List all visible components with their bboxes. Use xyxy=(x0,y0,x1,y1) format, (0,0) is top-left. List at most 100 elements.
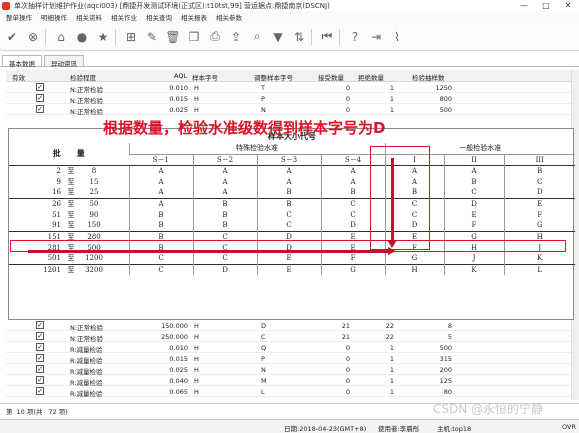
footer-user: 使用者:李晨彤 xyxy=(378,425,420,433)
cell-accept: 0 xyxy=(345,388,350,396)
code-letter: A xyxy=(192,176,257,187)
help-icon[interactable]: ? xyxy=(346,28,364,46)
grid-row[interactable]: ✓ R:减量检验 0.025 H N 0 1 200 xyxy=(6,364,573,376)
menu-item-related-reports[interactable]: 相关报表 xyxy=(181,12,207,22)
col-header-code[interactable]: 样本字号 xyxy=(192,72,218,82)
delete-icon[interactable]: 🗑 xyxy=(164,28,182,46)
cell-adj-code: D xyxy=(261,322,267,330)
cell-reject: 1 xyxy=(389,388,394,396)
valid-checkbox[interactable]: ✓ xyxy=(36,343,44,351)
grid-row[interactable]: ✓ N:正常检验 0.025 H N 0 1 500 xyxy=(6,104,573,116)
cell-level: N:正常检验 xyxy=(70,108,104,116)
maximize-button[interactable]: □ xyxy=(535,0,557,11)
export-icon[interactable]: ⇪ xyxy=(227,28,245,46)
exit-icon[interactable]: ⇥ xyxy=(367,28,385,46)
filter-icon[interactable]: ▼ xyxy=(269,28,287,46)
menu-item-related-data[interactable]: 相关资料 xyxy=(76,12,102,22)
cell-reject: 1 xyxy=(389,84,394,92)
home-icon[interactable]: ⌂ xyxy=(52,28,70,46)
cell-aql: 0.040 xyxy=(169,377,188,385)
star-icon[interactable]: ★ xyxy=(94,28,112,46)
col-header-level[interactable]: 检验程度 xyxy=(70,72,96,82)
menu-item-related-jobs[interactable]: 相关作业 xyxy=(111,12,137,22)
menu-item-whole-order[interactable]: 整单操作 xyxy=(6,12,32,22)
col-header-sample[interactable]: 检验抽样数 xyxy=(412,72,445,82)
code-table-row: 26 至 50 A B B C C D E xyxy=(9,197,575,209)
tab-change-info[interactable]: 异动资讯 xyxy=(44,55,84,68)
app-logo-icon xyxy=(2,1,10,10)
location-icon[interactable]: ● xyxy=(73,28,91,46)
col-header-adj-code[interactable]: 调整样本字号 xyxy=(254,72,293,82)
lot-from: 16 xyxy=(52,188,61,197)
cell-adj-code: T xyxy=(261,84,265,92)
first-icon[interactable]: ⏮ xyxy=(318,28,336,46)
menu-item-related-params[interactable]: 相关参数 xyxy=(216,12,242,22)
cancel-icon[interactable]: ⊗ xyxy=(24,28,42,46)
grid-row[interactable]: ✓ R:减量检验 0.040 H M 0 1 125 xyxy=(6,375,573,387)
cell-code: H xyxy=(194,388,199,396)
search-icon[interactable]: ⌕ xyxy=(248,28,266,46)
cell-sample: 8 xyxy=(447,322,452,330)
grid-row[interactable]: ✓ N:正常检验 150.000 H D 21 22 8 xyxy=(6,320,573,332)
tab-basic-data[interactable]: 基本数据 xyxy=(2,55,42,68)
code-letter: C xyxy=(192,253,257,264)
print-icon[interactable]: ⎙ xyxy=(206,28,224,46)
col-header-valid[interactable]: 有效 xyxy=(12,72,25,82)
code-letter: A xyxy=(256,164,321,176)
code-letter: A xyxy=(128,197,193,209)
lot-to: 至 xyxy=(67,166,75,175)
cell-accept: 0 xyxy=(345,344,350,352)
valid-checkbox[interactable]: ✓ xyxy=(36,332,44,340)
cell-adj-code: Q xyxy=(261,344,267,352)
cell-aql: 0.015 xyxy=(169,355,188,363)
lot-size-header: 批 量 xyxy=(52,148,85,159)
new-icon[interactable]: ⊞ xyxy=(122,28,140,46)
cell-adj-code: C xyxy=(261,333,266,341)
edit-icon[interactable]: ✎ xyxy=(143,28,161,46)
valid-checkbox[interactable]: ✓ xyxy=(36,387,44,395)
cell-adj-code: N xyxy=(261,366,266,374)
col-header-accept[interactable]: 接受数量 xyxy=(318,72,344,82)
valid-checkbox[interactable]: ✓ xyxy=(36,321,44,329)
valid-checkbox[interactable]: ✓ xyxy=(36,94,44,102)
code-table-row: 51 至 90 B B C C C E F xyxy=(9,209,575,220)
cell-level: R:减量检验 xyxy=(70,390,103,398)
minimize-button[interactable]: — xyxy=(513,0,535,11)
code-letter: B xyxy=(192,209,257,220)
copy-icon[interactable]: ❐ xyxy=(185,28,203,46)
code-letter: K xyxy=(443,263,504,275)
grid-row[interactable]: ✓ R:减量检验 0.010 H Q 0 1 500 xyxy=(6,342,573,354)
grid-row[interactable]: ✓ R:减量检验 0.065 H L 0 1 80 xyxy=(6,386,573,398)
lot-until: 8 xyxy=(91,166,97,175)
close-button[interactable]: ✕ xyxy=(557,0,579,11)
grid-row[interactable]: ✓ N:正常检验 0.010 H T 0 1 1250 xyxy=(6,82,573,94)
valid-checkbox[interactable]: ✓ xyxy=(36,354,44,362)
cell-reject: 1 xyxy=(389,355,394,363)
grid-row[interactable]: ✓ N:正常检验 250.000 H C 21 22 5 xyxy=(6,331,573,343)
cell-adj-code: L xyxy=(261,388,265,396)
cell-aql: 150.000 xyxy=(161,322,188,330)
col-header-reject[interactable]: 拒绝数量 xyxy=(358,72,384,82)
attach-icon[interactable]: ⌇ xyxy=(388,28,406,46)
lot-range: 16 至 25 xyxy=(9,187,129,198)
code-letter: A xyxy=(256,176,321,187)
menu-item-related-query[interactable]: 相关查询 xyxy=(146,12,172,22)
confirm-icon[interactable]: ✔ xyxy=(3,28,21,46)
grid-row[interactable]: ✓ N:正常检验 0.015 H P 0 1 800 xyxy=(6,93,573,105)
lot-range: 501 至 1200 xyxy=(9,253,129,264)
toolbar-separator xyxy=(339,28,340,45)
valid-checkbox[interactable]: ✓ xyxy=(36,105,44,113)
valid-checkbox[interactable]: ✓ xyxy=(36,83,44,91)
valid-checkbox[interactable]: ✓ xyxy=(36,376,44,384)
sort-icon[interactable]: ⇅ xyxy=(290,28,308,46)
lot-range: 51 至 90 xyxy=(9,209,129,220)
cell-reject: 1 xyxy=(389,377,394,385)
menu-item-detail[interactable]: 明细操作 xyxy=(41,12,67,22)
cell-adj-code: P xyxy=(261,95,265,103)
grid-row[interactable]: ✓ R:减量检验 0.015 H P 0 1 315 xyxy=(6,353,573,365)
col-header-aql[interactable]: AQL xyxy=(174,72,187,80)
cell-sample: 1250 xyxy=(435,84,452,92)
valid-checkbox[interactable]: ✓ xyxy=(36,365,44,373)
lot-until: 50 xyxy=(89,199,99,208)
cell-accept: 0 xyxy=(345,84,350,92)
